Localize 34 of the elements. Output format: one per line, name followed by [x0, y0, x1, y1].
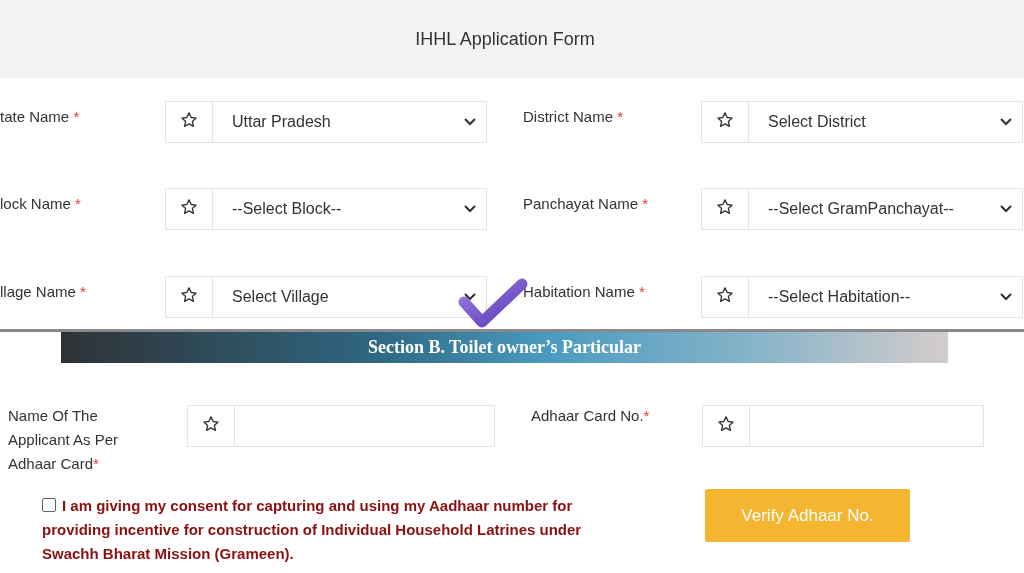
field-label: Adhaar Card No.* — [531, 406, 651, 426]
star-icon — [717, 415, 735, 433]
star-icon — [180, 111, 198, 129]
select-field[interactable]: --Select Habitation-- — [701, 275, 1023, 318]
field-label: lock Name * — [0, 194, 82, 215]
star-icon — [180, 285, 198, 304]
input-field[interactable] — [187, 405, 495, 447]
checkbox[interactable] — [42, 498, 56, 512]
field-label: tate Name * — [0, 107, 81, 127]
field-label: llage Name * — [0, 281, 87, 302]
field-label: Panchayat Name * — [523, 194, 650, 215]
star-icon — [716, 285, 734, 304]
form-title: IHHL Application Form — [415, 28, 595, 50]
chevron-icon — [464, 205, 476, 214]
select-field[interactable]: --Select GramPanchayat-- — [701, 188, 1023, 231]
select-field[interactable]: --Select Block-- — [165, 188, 487, 231]
star-icon — [716, 111, 734, 129]
select-field[interactable]: Select Village — [165, 275, 487, 318]
select-field[interactable]: Uttar Pradesh — [165, 101, 487, 143]
field-label: District Name * — [523, 107, 625, 127]
chevron-icon — [464, 292, 476, 301]
field-label: Habitation Name * — [523, 281, 646, 302]
star-icon — [716, 198, 734, 217]
field-label: Name Of The Applicant As Per Adhaar Card* — [8, 406, 120, 474]
star-icon — [180, 198, 198, 217]
chevron-icon — [1000, 205, 1012, 214]
chevron-icon — [1000, 118, 1012, 126]
chevron-icon — [464, 118, 476, 126]
consent-text: I am giving my consent for capturing and using my Aadhaar number for providing incentive for construction of Individual Household Latrines under Swachh Bharat Mission (Grameen). — [42, 496, 583, 564]
chevron-icon — [1000, 292, 1012, 301]
section-banner: Section B. Toilet owner’s Particular — [61, 332, 948, 363]
star-icon — [202, 415, 220, 433]
select-field[interactable]: Select District — [701, 101, 1023, 143]
input-field[interactable] — [702, 405, 984, 447]
